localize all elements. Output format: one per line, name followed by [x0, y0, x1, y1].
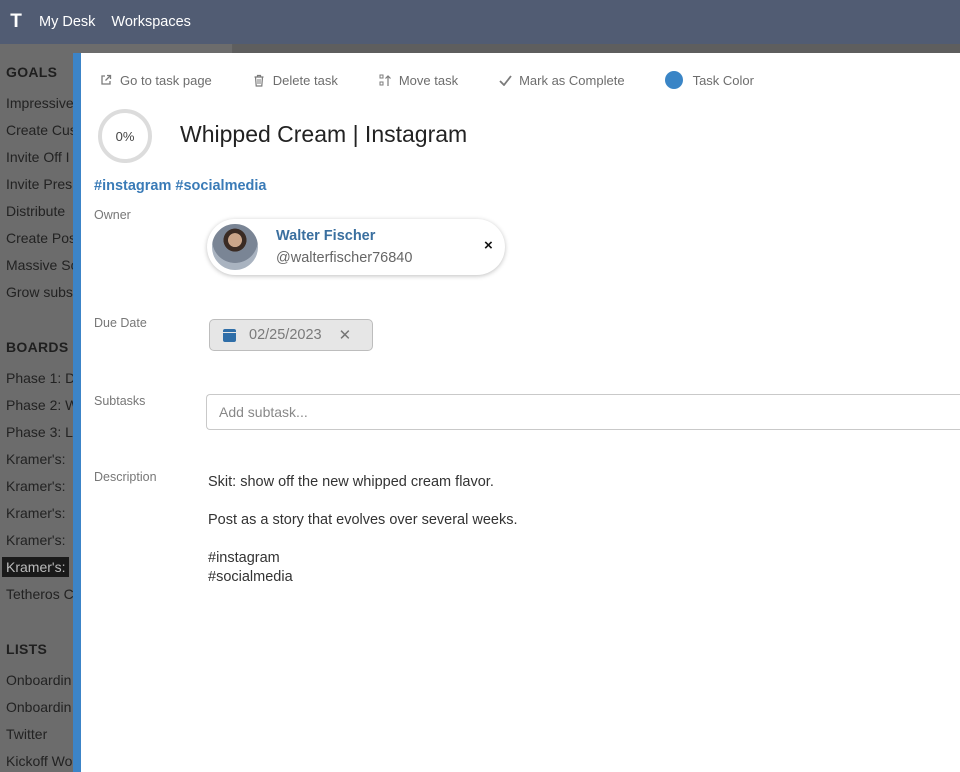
sidebar-board-item[interactable]: Tetheros C	[6, 586, 74, 602]
clear-date-icon[interactable]: ✕	[339, 326, 352, 344]
description-label: Description	[94, 470, 157, 484]
delete-task-label: Delete task	[272, 72, 338, 88]
sidebar-goal-item[interactable]: Massive Sc	[6, 257, 78, 273]
go-to-task-page-label: Go to task page	[120, 72, 212, 88]
move-icon	[378, 73, 392, 87]
task-tags[interactable]: #instagram #socialmedia	[94, 178, 266, 194]
move-task-button[interactable]: Move task	[378, 73, 458, 88]
sidebar-goal-item[interactable]: Impressive	[6, 95, 74, 111]
owner-handle: @walterfischer76840	[276, 250, 413, 266]
due-date-label: Due Date	[94, 316, 147, 330]
sidebar-goal-item[interactable]: Invite Pres	[6, 176, 72, 192]
task-title[interactable]: Whipped Cream | Instagram	[180, 121, 467, 148]
top-navigation-bar: T My Desk Workspaces	[0, 0, 960, 44]
sidebar-board-item[interactable]: Phase 1: D	[6, 370, 75, 386]
task-color-swatch	[664, 71, 683, 89]
sidebar-goal-item[interactable]: Create Cus	[6, 122, 77, 138]
nav-workspaces[interactable]: Workspaces	[111, 14, 191, 30]
progress-value: 0%	[115, 128, 135, 144]
task-color-label: Task Color	[692, 72, 754, 88]
sidebar-board-item-active[interactable]: Kramer's:	[2, 557, 70, 577]
task-color-button[interactable]: Task Color	[664, 71, 754, 89]
add-subtask-input[interactable]	[206, 394, 960, 430]
go-to-task-page-button[interactable]: Go to task page	[99, 73, 212, 88]
task-detail-drawer: Go to task page Delete task Move task Ma…	[73, 53, 960, 772]
sidebar-board-item[interactable]: Kramer's:	[6, 478, 65, 494]
sidebar-goal-item[interactable]: Create Pos	[6, 230, 76, 246]
sidebar-goal-item[interactable]: Distribute	[6, 203, 65, 219]
sidebar-list-item[interactable]: Onboardin	[6, 699, 71, 715]
delete-task-button[interactable]: Delete task	[252, 73, 338, 88]
sidebar-board-item[interactable]: Kramer's:	[6, 505, 65, 521]
checkmark-icon	[498, 73, 512, 87]
due-date-value: 02/25/2023	[249, 327, 322, 343]
sidebar-list-item[interactable]: Onboardin	[6, 672, 71, 688]
sidebar-board-item[interactable]: Phase 2: W	[6, 397, 78, 413]
sidebar-board-item[interactable]: Kramer's:	[6, 451, 65, 467]
nav-my-desk[interactable]: My Desk	[39, 14, 95, 30]
lists-section-title: LISTS	[6, 641, 48, 657]
calendar-icon	[223, 328, 236, 342]
sidebar-goal-item[interactable]: Invite Off I	[6, 149, 70, 165]
sidebar-board-item[interactable]: Phase 3: L	[6, 424, 73, 440]
sidebar-list-item[interactable]: Kickoff Wo	[6, 753, 72, 769]
remove-owner-icon[interactable]: ×	[484, 237, 493, 254]
progress-ring: 0%	[98, 109, 152, 163]
owner-card: Walter Fischer @walterfischer76840 ×	[207, 219, 505, 275]
owner-label: Owner	[94, 208, 131, 222]
description-text[interactable]: Skit: show off the new whipped cream fla…	[208, 473, 517, 587]
move-task-label: Move task	[398, 72, 459, 88]
description-line: Skit: show off the new whipped cream fla…	[208, 474, 494, 490]
mark-complete-button[interactable]: Mark as Complete	[498, 72, 625, 88]
description-line: Post as a story that evolves over severa…	[208, 512, 518, 528]
sidebar-goal-item[interactable]: Grow subs	[6, 284, 73, 300]
sidebar-board-item[interactable]: Kramer's:	[6, 532, 65, 548]
description-line: #socialmedia	[208, 569, 293, 585]
sidebar-list-item[interactable]: Twitter	[6, 726, 47, 742]
task-toolbar: Go to task page Delete task Move task Ma…	[99, 70, 794, 90]
boards-section-title: BOARDS	[6, 339, 69, 355]
external-link-icon	[99, 73, 113, 87]
due-date-picker[interactable]: 02/25/2023 ✕	[209, 319, 373, 351]
mark-complete-label: Mark as Complete	[519, 72, 625, 88]
avatar	[210, 222, 260, 272]
goals-section-title: GOALS	[6, 64, 58, 80]
trash-icon	[252, 73, 266, 87]
app-logo[interactable]: T	[0, 0, 32, 44]
subtasks-label: Subtasks	[94, 394, 146, 408]
description-line: #instagram	[208, 550, 280, 566]
owner-name[interactable]: Walter Fischer	[276, 228, 375, 244]
